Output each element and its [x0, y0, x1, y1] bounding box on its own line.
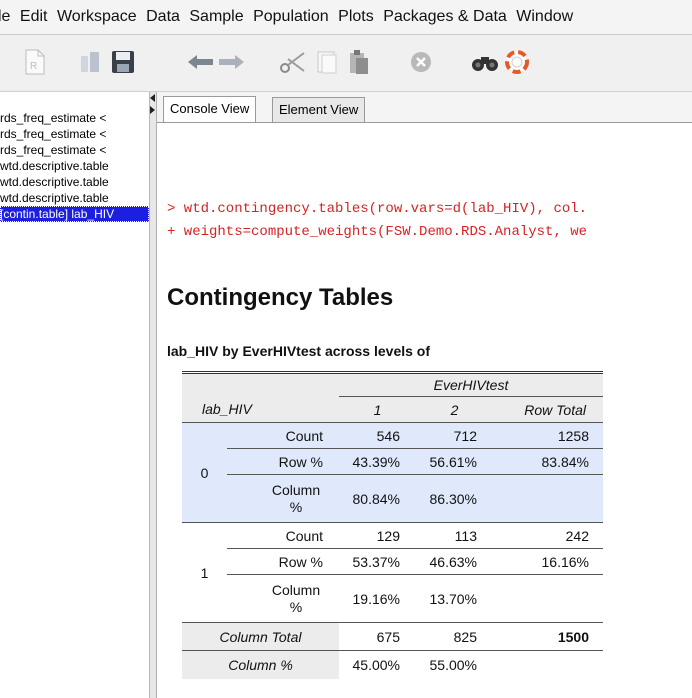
output-heading: Contingency Tables [167, 284, 394, 311]
command-line: > wtd.contingency.tables(row.vars=d(lab_… [167, 201, 588, 217]
menu-data[interactable]: Data [146, 0, 180, 34]
table-cell: 46.63% [416, 548, 493, 575]
stat-label: Row % [227, 448, 339, 475]
menu-file[interactable]: le [0, 0, 10, 34]
grand-total: 1500 [557, 628, 589, 645]
table-cell: 242 [493, 522, 603, 549]
save-icon[interactable] [108, 47, 138, 77]
menu-packages-data[interactable]: Packages & Data [383, 0, 507, 34]
table-cell: 83.84% [493, 448, 603, 475]
table-caption: lab_HIV by EverHIVtest across levels of [167, 343, 431, 359]
svg-text:R: R [30, 61, 37, 72]
stat-label: Column % [271, 481, 321, 515]
table-cell [493, 575, 603, 623]
command-continuation: + weights=compute_weights(FSW.Demo.RDS.A… [167, 224, 588, 240]
col-header: 1 [373, 401, 382, 418]
stat-label: Count [227, 522, 339, 549]
stop-icon[interactable] [406, 47, 436, 77]
menu-workspace[interactable]: Workspace [57, 0, 137, 34]
menu-population[interactable]: Population [253, 0, 329, 34]
table-cell [493, 651, 603, 679]
tree-item[interactable]: rds_freq_estimate < [0, 110, 149, 126]
copy-icon[interactable] [312, 47, 342, 77]
table-cell: 86.30% [429, 490, 477, 507]
toolbar: R [0, 35, 692, 92]
r-script-icon[interactable]: R [20, 47, 50, 77]
menu-window[interactable]: Window [516, 0, 573, 34]
tree-item[interactable]: wtd.descriptive.table [0, 174, 149, 190]
table-cell: 16.16% [493, 548, 603, 575]
table-cell: 80.84% [352, 490, 400, 507]
row-variable-header: lab_HIV [202, 401, 252, 418]
help-icon[interactable] [502, 47, 532, 77]
table-cell: 56.61% [416, 448, 493, 475]
console-output: > wtd.contingency.tables(row.vars=d(lab_… [157, 123, 692, 698]
table-cell: 675 [376, 628, 400, 645]
column-total-label: Column Total [182, 622, 339, 651]
table-cell: 13.70% [429, 590, 477, 607]
workspace-tree: rds_freq_estimate < rds_freq_estimate < … [0, 92, 150, 698]
tree-item[interactable]: rds_freq_estimate < [0, 142, 149, 158]
table-cell: 1258 [493, 422, 603, 449]
collapse-left-icon[interactable] [150, 94, 155, 102]
tree-item-selected[interactable]: [contin.table] lab_HIV [0, 206, 149, 222]
table-cell: 825 [453, 628, 477, 645]
menu-bar: le Edit Workspace Data Sample Population… [0, 0, 692, 35]
table-cell: 43.39% [339, 448, 416, 475]
table-cell: 53.37% [339, 548, 416, 575]
pane-splitter[interactable] [150, 92, 157, 698]
open-folder-icon[interactable] [76, 47, 106, 77]
cut-icon[interactable] [278, 47, 308, 77]
menu-plots[interactable]: Plots [338, 0, 374, 34]
table-cell: 45.00% [352, 656, 400, 673]
column-percent-label: Column % [182, 650, 339, 679]
table-cell: 19.16% [352, 590, 400, 607]
table-cell: 546 [339, 422, 416, 449]
expand-right-icon[interactable] [150, 106, 155, 114]
row-level: 0 [200, 464, 209, 481]
tab-element-view[interactable]: Element View [272, 97, 366, 122]
paste-icon[interactable] [344, 47, 374, 77]
table-cell: 129 [339, 522, 416, 549]
menu-sample[interactable]: Sample [189, 0, 243, 34]
col-header: 2 [450, 401, 459, 418]
tree-item[interactable]: wtd.descriptive.table [0, 158, 149, 174]
binoculars-icon[interactable] [470, 47, 500, 77]
table-cell: 113 [416, 522, 493, 549]
tree-item[interactable]: rds_freq_estimate < [0, 126, 149, 142]
col-header: Row Total [524, 401, 586, 418]
table-cell: 55.00% [429, 656, 477, 673]
col-variable-header: EverHIVtest [339, 372, 603, 397]
row-level: 1 [200, 564, 209, 581]
stat-label: Count [227, 422, 339, 449]
undo-icon[interactable] [186, 47, 216, 77]
redo-icon[interactable] [216, 47, 246, 77]
tree-item[interactable]: wtd.descriptive.table [0, 190, 149, 206]
view-tabs: Console View Element View [157, 92, 692, 123]
table-cell [493, 475, 603, 523]
menu-edit[interactable]: Edit [20, 0, 48, 34]
tab-console-view[interactable]: Console View [163, 96, 257, 122]
stat-label: Column % [271, 581, 321, 615]
table-cell: 712 [416, 422, 493, 449]
contingency-table: EverHIVtest lab_HIV 1 2 Row Total 0 Coun… [182, 371, 603, 679]
stat-label: Row % [227, 548, 339, 575]
